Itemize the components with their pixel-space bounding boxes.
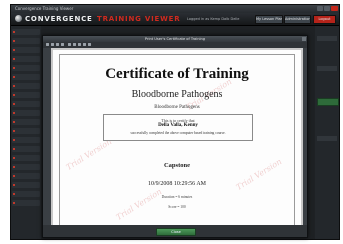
export-icon[interactable] xyxy=(73,43,76,46)
recipient-name: Della Valla, Kenny xyxy=(158,123,198,128)
previous-page-icon[interactable] xyxy=(51,43,54,46)
bullet-icon xyxy=(13,112,15,114)
bullet-icon xyxy=(13,76,15,78)
sidebar-row[interactable] xyxy=(12,173,40,179)
sidebar-row[interactable] xyxy=(12,200,40,206)
bullet-icon xyxy=(13,193,15,195)
sidebar-row[interactable] xyxy=(12,164,40,170)
bullet-icon xyxy=(13,31,15,33)
sidebar-row[interactable] xyxy=(12,47,40,53)
course-subtitle: Bloodborne Pathogens xyxy=(154,105,200,110)
zoom-icon[interactable] xyxy=(78,43,81,46)
dialog-close-icon[interactable] xyxy=(302,36,306,41)
sidebar-row[interactable] xyxy=(12,56,40,62)
sidebar-row[interactable] xyxy=(12,29,40,35)
search-icon[interactable] xyxy=(83,43,86,46)
right-panel xyxy=(315,26,339,239)
bullet-icon xyxy=(13,202,15,204)
brand-header: CONVERGENCE TRAINING VIEWER Logged in as… xyxy=(11,13,339,26)
company-name: Capstone xyxy=(163,162,190,169)
bullet-icon xyxy=(13,148,15,150)
sidebar-row[interactable] xyxy=(12,191,40,197)
bullet-icon xyxy=(13,58,15,60)
panel-bar xyxy=(317,36,337,41)
sidebar-row[interactable] xyxy=(12,137,40,143)
sidebar-row[interactable] xyxy=(12,146,40,152)
first-page-icon[interactable] xyxy=(46,43,49,46)
lesson-plan-button[interactable]: My Lesson Plan xyxy=(255,15,283,24)
course-name: Bloodborne Pathogens xyxy=(131,89,223,100)
administration-button[interactable]: Administration xyxy=(284,15,311,24)
dialog-footer: Close xyxy=(43,225,307,237)
page-setup-icon[interactable] xyxy=(88,43,91,46)
score-text: Score = 100 xyxy=(168,205,186,209)
sidebar-row[interactable] xyxy=(12,155,40,161)
bullet-icon xyxy=(13,40,15,42)
sidebar-row[interactable] xyxy=(12,74,40,80)
sidebar-row[interactable] xyxy=(12,38,40,44)
certificate-page: Trial Version Trial Version Trial Versio… xyxy=(51,48,303,228)
logged-in-text: Logged in as Kemp Dalb Delle xyxy=(187,16,240,21)
brand-product: TRAINING VIEWER xyxy=(97,15,181,23)
certificate-title: Certificate of Training xyxy=(105,66,249,82)
bullet-icon xyxy=(13,175,15,177)
sidebar-row[interactable] xyxy=(12,128,40,134)
bullet-icon xyxy=(13,94,15,96)
sidebar-row[interactable] xyxy=(12,83,40,89)
maximize-icon[interactable] xyxy=(324,6,330,11)
sidebar-row[interactable] xyxy=(12,65,40,71)
panel-bar xyxy=(317,136,337,141)
bullet-icon xyxy=(13,130,15,132)
next-page-icon[interactable] xyxy=(56,43,59,46)
window-title: Convergence Training Viewer xyxy=(15,6,74,11)
bullet-icon xyxy=(13,184,15,186)
last-page-icon[interactable] xyxy=(61,43,64,46)
sidebar-row[interactable] xyxy=(12,110,40,116)
minimize-icon[interactable] xyxy=(317,6,323,11)
recipient-box: This is to certify that Della Valla, Ken… xyxy=(103,114,253,141)
bullet-icon xyxy=(13,139,15,141)
sidebar-row[interactable] xyxy=(12,182,40,188)
bullet-icon xyxy=(13,103,15,105)
certificate-dialog: Print User's Certificate of Training Tri… xyxy=(42,35,308,238)
print-icon[interactable] xyxy=(68,43,71,46)
bullet-icon xyxy=(13,121,15,123)
close-button[interactable]: Close xyxy=(156,228,196,236)
completion-line: successfully completed the above compute… xyxy=(130,131,226,135)
logout-button[interactable]: Logout xyxy=(313,15,336,24)
sidebar-row[interactable] xyxy=(12,101,40,107)
panel-bar xyxy=(317,66,337,71)
bullet-icon xyxy=(13,166,15,168)
bullet-icon xyxy=(13,85,15,87)
bullet-icon xyxy=(13,157,15,159)
bullet-icon xyxy=(13,49,15,51)
sidebar-row[interactable] xyxy=(12,119,40,125)
completion-date: 10/9/2008 10:29:56 AM xyxy=(147,181,206,187)
bullet-icon xyxy=(13,67,15,69)
duration-text: Duration = 6 minutes xyxy=(161,195,193,199)
logo-icon xyxy=(15,15,22,22)
window-titlebar: Convergence Training Viewer xyxy=(11,5,339,13)
brand-name: CONVERGENCE xyxy=(25,15,93,23)
window-close-icon[interactable] xyxy=(331,6,338,11)
sidebar-row[interactable] xyxy=(12,92,40,98)
launch-button[interactable] xyxy=(317,98,339,106)
lesson-sidebar xyxy=(11,26,41,239)
dialog-title: Print User's Certificate of Training xyxy=(144,36,206,41)
